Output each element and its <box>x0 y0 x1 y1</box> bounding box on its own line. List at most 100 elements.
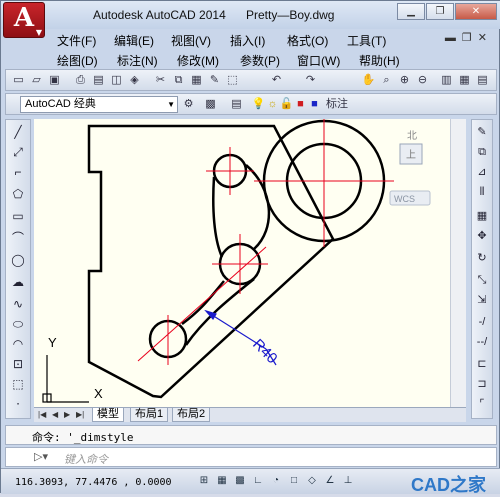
trim-icon[interactable]: -/ <box>474 314 490 330</box>
restore-button[interactable]: ❐ <box>426 3 454 20</box>
workspace-select[interactable]: AutoCAD 经典 ▼ <box>20 96 178 113</box>
copy-icon[interactable]: ⧉ <box>170 72 187 88</box>
array-icon[interactable]: ▦ <box>474 208 490 224</box>
menu-help[interactable]: 帮助(H) <box>359 52 400 69</box>
pan-icon[interactable]: ✋ <box>360 72 377 88</box>
properties-icon[interactable]: ▥ <box>438 72 455 88</box>
ortho-icon[interactable]: ∟ <box>251 474 265 488</box>
layer-manager-icon[interactable]: ▤ <box>228 96 245 112</box>
object-snap-icon[interactable]: □ <box>287 474 301 488</box>
insert-block-icon[interactable]: ⊡ <box>9 356 27 372</box>
mirror-icon[interactable]: ⊿ <box>474 164 490 180</box>
join-icon[interactable]: ⊐ <box>474 376 490 392</box>
line-icon[interactable]: ╱ <box>9 124 27 140</box>
polygon-icon[interactable]: ⬠ <box>9 186 27 202</box>
menu-format[interactable]: 格式(O) <box>287 32 328 49</box>
object-snap-tracking-icon[interactable]: ∠ <box>323 474 337 488</box>
workspace-value: AutoCAD 经典 <box>25 98 96 110</box>
menu-parametric[interactable]: 参数(P) <box>240 52 280 69</box>
erase-icon[interactable]: ✎ <box>474 124 490 140</box>
application-menu-button[interactable]: A ▼ <box>3 2 45 38</box>
design-center-icon[interactable]: ▦ <box>456 72 473 88</box>
match-properties-icon[interactable]: ✎ <box>206 72 223 88</box>
redo-icon[interactable]: ↷ <box>302 72 319 88</box>
menu-tools[interactable]: 工具(T) <box>347 32 386 49</box>
drawing-svg: R40 Y X 北 上 WCS <box>42 119 431 403</box>
layer-color-icon-2: ■ <box>311 98 318 110</box>
minimize-button[interactable]: ▁ <box>397 3 425 20</box>
menu-file[interactable]: 文件(F) <box>57 32 96 49</box>
tab-layout2[interactable]: 布局2 <box>172 408 211 422</box>
cursor-coordinates: 116.3093, 77.4476 , 0.0000 <box>15 477 172 488</box>
rotate-icon[interactable]: ↻ <box>474 250 490 266</box>
command-line[interactable]: ▷▾ 键入命令 <box>5 447 497 467</box>
publish-icon[interactable]: ◫ <box>108 72 125 88</box>
snap-mode-icon[interactable]: ▦ <box>215 474 229 488</box>
tab-layout1[interactable]: 布局1 <box>130 408 169 422</box>
menu-insert[interactable]: 插入(I) <box>230 32 265 49</box>
polyline-icon[interactable]: ⌐ <box>9 164 27 180</box>
tab-prev-icon[interactable]: ◀ <box>52 410 58 419</box>
break-icon[interactable]: ⊏ <box>474 356 490 372</box>
command-prompt-icon[interactable]: ▷▾ <box>34 450 48 463</box>
point-icon[interactable]: ⋅ <box>9 396 27 412</box>
tool-palettes-icon[interactable]: ▤ <box>474 72 491 88</box>
plot-preview-icon[interactable]: ▤ <box>90 72 107 88</box>
menu-edit[interactable]: 编辑(E) <box>114 32 154 49</box>
move-icon[interactable]: ✥ <box>474 228 490 244</box>
tab-last-icon[interactable]: ▶| <box>76 410 84 419</box>
document-window-controls[interactable]: ▬❐✕ <box>445 31 493 44</box>
menu-view[interactable]: 视图(V) <box>171 32 211 49</box>
infer-constraints-icon[interactable]: ⊞ <box>197 474 211 488</box>
new-file-icon[interactable]: ▭ <box>10 72 27 88</box>
zoom-window-icon[interactable]: ⊕ <box>396 72 413 88</box>
circle-icon[interactable]: ◯ <box>9 252 27 268</box>
menu-window[interactable]: 窗口(W) <box>297 52 340 69</box>
chamfer-icon[interactable]: ⌜ <box>474 396 490 412</box>
ucs-y-label: Y <box>48 335 57 350</box>
copy-object-icon[interactable]: ⧉ <box>474 144 490 160</box>
cut-icon[interactable]: ✂ <box>152 72 169 88</box>
print-icon[interactable]: ⎙ <box>72 72 89 88</box>
open-folder-icon[interactable]: ▱ <box>28 72 45 88</box>
tab-next-icon[interactable]: ▶ <box>64 410 70 419</box>
chevron-down-icon: ▼ <box>167 100 175 109</box>
dimstyle-name[interactable]: 标注 <box>326 96 356 112</box>
ellipse-icon[interactable]: ⬭ <box>9 316 27 332</box>
viewcube[interactable]: 北 上 WCS <box>389 130 431 206</box>
rectangle-icon[interactable]: ▭ <box>9 208 27 224</box>
close-button[interactable]: ✕ <box>455 3 497 20</box>
dynamic-ucs-icon[interactable]: ⊥ <box>341 474 355 488</box>
status-bar: 116.3093, 77.4476 , 0.0000 ⊞ ▦ ▩ ∟ ◔ □ ◇… <box>1 468 500 495</box>
zoom-realtime-icon[interactable]: ⌕ <box>378 72 395 88</box>
grid-icon[interactable]: ▩ <box>233 474 247 488</box>
spline-icon[interactable]: ∿ <box>9 296 27 312</box>
extend-icon[interactable]: --/ <box>474 334 490 350</box>
block-editor-icon[interactable]: ⬚ <box>224 72 241 88</box>
ellipse-arc-icon[interactable]: ◠ <box>9 336 27 352</box>
workspace-settings-icon[interactable]: ⚙ <box>180 96 197 112</box>
construction-line-icon[interactable]: ⤢ <box>9 144 27 160</box>
zoom-previous-icon[interactable]: ⊖ <box>414 72 431 88</box>
menu-draw[interactable]: 绘图(D) <box>57 52 98 69</box>
tab-first-icon[interactable]: |◀ <box>38 410 46 419</box>
menu-modify[interactable]: 修改(M) <box>177 52 219 69</box>
undo-icon[interactable]: ↶ <box>268 72 285 88</box>
polar-tracking-icon[interactable]: ◔ <box>269 474 283 488</box>
make-block-icon[interactable]: ⬚ <box>9 376 27 392</box>
menu-dimension[interactable]: 标注(N) <box>117 52 158 69</box>
drawing-canvas[interactable]: R40 Y X 北 上 WCS <box>34 119 466 407</box>
revision-cloud-icon[interactable]: ☁ <box>9 274 27 290</box>
stretch-icon[interactable]: ⇲ <box>474 292 490 308</box>
3d-print-icon[interactable]: ◈ <box>126 72 143 88</box>
scale-icon[interactable]: ⤡ <box>474 272 490 288</box>
arc-icon[interactable]: ⌒ <box>9 230 27 246</box>
layer-properties-icon[interactable]: ▩ <box>202 96 219 112</box>
viewcube-top: 上 <box>406 149 416 161</box>
save-icon[interactable]: ▣ <box>46 72 63 88</box>
vertical-scrollbar[interactable] <box>450 119 466 407</box>
tab-model[interactable]: 模型 <box>92 408 124 422</box>
offset-icon[interactable]: ⫴ <box>474 184 490 200</box>
3d-object-snap-icon[interactable]: ◇ <box>305 474 319 488</box>
paste-icon[interactable]: ▦ <box>188 72 205 88</box>
